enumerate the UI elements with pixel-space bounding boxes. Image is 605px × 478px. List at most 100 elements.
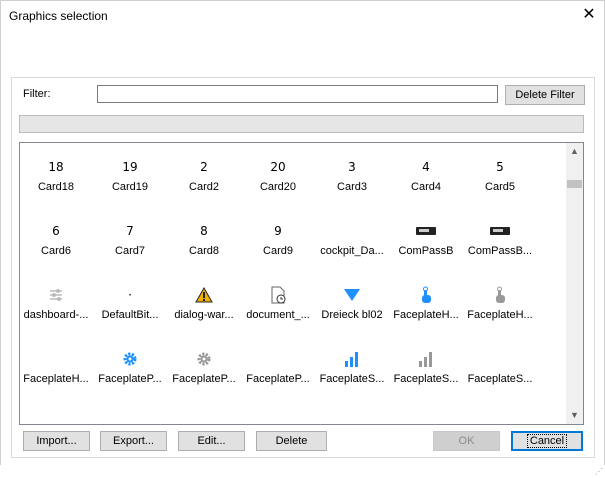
cancel-label: Cancel [526,434,568,448]
graphic-item[interactable]: 3 Card3 [315,151,389,211]
graphics-list[interactable]: 18 Card18 19 Card19 2 Card2 20 Card20 3 Card3 4 Car… [19,142,584,425]
graphic-item[interactable]: ComPassB... [463,215,537,275]
graphic-item[interactable]: 19 Card19 [93,151,167,211]
graphic-item[interactable]: FaceplateH... [20,343,93,403]
graphic-label: FaceplateS... [393,373,459,385]
graphic-thumbnail: 6 [52,224,60,238]
warning-icon [167,285,241,305]
graphic-item[interactable]: 8 Card8 [167,215,241,275]
graphic-item[interactable]: 20 Card20 [241,151,315,211]
graphic-label: dialog-war... [174,309,234,321]
graphic-item[interactable]: FaceplateP... [241,343,315,403]
graphic-item[interactable]: FaceplateH... [463,279,537,339]
graphic-item[interactable]: FaceplateS... [463,343,537,403]
export-button[interactable]: Export... [100,431,167,451]
graphic-thumbnail: 20 [270,160,286,174]
graphic-thumbnail: 5 [496,160,504,174]
delete-button[interactable]: Delete [256,431,327,451]
graphic-label: Card20 [259,181,297,193]
delete-filter-button[interactable]: Delete Filter [505,85,585,105]
graphic-label: dashboard-... [23,309,89,321]
scroll-up-icon[interactable]: ▲ [566,143,583,160]
graphic-item[interactable]: document_... [241,279,315,339]
graphic-thumbnail [463,349,537,369]
window-title: Graphics selection [9,9,108,23]
graphic-item[interactable]: FaceplateP... [167,343,241,403]
graphic-label: ComPassB [398,245,454,257]
graphic-item[interactable]: FaceplateS... [389,343,463,403]
graphic-label: FaceplateH... [393,309,459,321]
graphic-label: Card3 [337,181,367,193]
graphic-item[interactable]: dialog-war... [167,279,241,339]
progress-bar [19,115,584,133]
graphic-item[interactable]: 7 Card7 [93,215,167,275]
graphic-item[interactable]: Dreieck bl02 [315,279,389,339]
graphic-label: document_... [246,309,310,321]
graphic-label: FaceplateS... [467,373,533,385]
graphic-label: Card6 [41,245,71,257]
graphic-thumbnail [241,349,315,369]
graphic-label: ComPassB... [467,245,533,257]
graphic-item[interactable]: cockpit_Da... [315,215,389,275]
graphic-label: Card19 [111,181,149,193]
compass-device-icon [389,221,463,241]
graphic-thumbnail: 3 [348,160,356,174]
sliders-icon [20,285,93,305]
graphic-item[interactable]: FaceplateH... [389,279,463,339]
graphic-item[interactable]: 9 Card9 [241,215,315,275]
gear-blue-icon [93,349,167,369]
graphic-item[interactable]: dashboard-... [20,279,93,339]
graphic-item[interactable]: · DefaultBit... [93,279,167,339]
graphic-item[interactable]: ComPassB [389,215,463,275]
graphic-label: FaceplateP... [172,373,236,385]
bar-chart-gray-icon [389,349,463,369]
graphic-thumbnail: 19 [122,160,138,174]
scroll-down-icon[interactable]: ▼ [566,407,583,424]
graphic-label: Card5 [485,181,515,193]
graphic-label: FaceplateS... [319,373,385,385]
graphic-item[interactable]: FaceplateP... [93,343,167,403]
resize-grip-icon[interactable]: ⋰ [595,467,603,476]
graphic-item[interactable]: 4 Card4 [389,151,463,211]
graphic-thumbnail: 18 [48,160,64,174]
graphic-item[interactable]: 2 Card2 [167,151,241,211]
cancel-button[interactable]: Cancel [511,431,583,451]
graphic-thumbnail [20,349,93,369]
scroll-thumb[interactable] [567,180,582,188]
close-icon[interactable]: ✕ [579,5,599,25]
edit-button[interactable]: Edit... [178,431,245,451]
graphic-label: DefaultBit... [101,309,159,321]
graphic-thumbnail: 9 [274,224,282,238]
graphic-label: Card7 [115,245,145,257]
graphic-item[interactable]: FaceplateS... [315,343,389,403]
import-button[interactable]: Import... [23,431,90,451]
graphic-thumbnail: 7 [126,224,134,238]
graphic-label: FaceplateP... [246,373,310,385]
graphic-label: FaceplateH... [467,309,533,321]
graphic-label: Card8 [189,245,219,257]
filter-label: Filter: [23,88,51,100]
graphic-item[interactable]: 6 Card6 [20,215,93,275]
filter-input[interactable] [97,85,498,103]
graphic-label: cockpit_Da... [320,245,384,257]
graphic-label: FaceplateP... [98,373,162,385]
graphic-label: Card18 [37,181,75,193]
graphic-item[interactable]: 5 Card5 [463,151,537,211]
graphic-thumbnail [315,221,389,241]
graphic-thumbnail: · [128,288,132,302]
graphic-label: Card2 [189,181,219,193]
graphic-label: Card4 [411,181,441,193]
graphic-label: FaceplateH... [23,373,89,385]
vertical-scrollbar[interactable]: ▲ ▼ [566,143,583,424]
graphic-label: Card9 [263,245,293,257]
document-clock-icon [241,285,315,305]
graphic-thumbnail: 2 [200,160,208,174]
hand-touch-icon [389,285,463,305]
bar-chart-blue-icon [315,349,389,369]
ok-button[interactable]: OK [433,431,500,451]
graphic-thumbnail: 8 [200,224,208,238]
graphic-item[interactable]: 18 Card18 [20,151,93,211]
gear-gray-icon [167,349,241,369]
hand-touch-gray-icon [463,285,537,305]
graphic-thumbnail: 4 [422,160,430,174]
